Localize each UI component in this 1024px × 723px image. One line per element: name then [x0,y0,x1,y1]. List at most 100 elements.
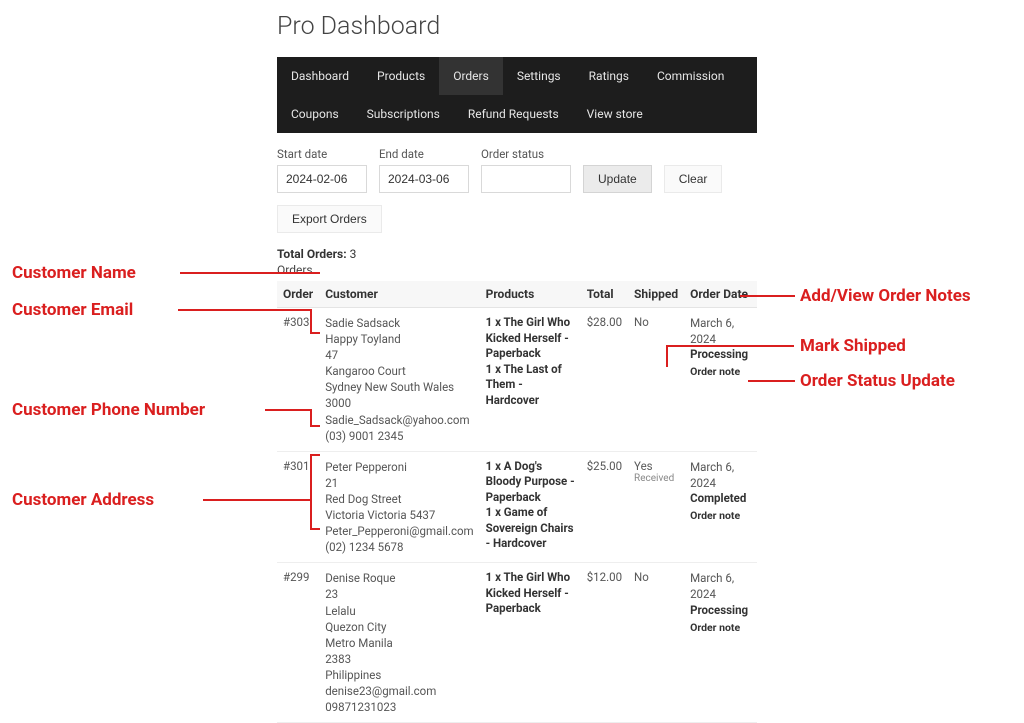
update-button[interactable]: Update [583,165,652,193]
order-status: Completed [690,491,751,505]
orders-caption: Orders [277,263,757,277]
product-line: 1 x A Dog's Bloody Purpose - Paperback [486,459,575,506]
annotation-customer-phone: Customer Phone Number [12,400,205,420]
order-date: March 6, 2024 [690,315,751,347]
order-note-link[interactable]: Order note [690,365,740,378]
tab-settings[interactable]: Settings [503,57,575,95]
clear-button[interactable]: Clear [664,165,723,193]
total-cell: $28.00 [581,308,628,452]
customer-line: denise23@gmail.com [325,683,473,699]
annotation-customer-email: Customer Email [12,300,133,320]
order-note-link[interactable]: Order note [690,621,740,634]
customer-line: Metro Manila [325,635,473,651]
col-products: Products [480,281,581,308]
customer-line: Red Dog Street [325,491,473,507]
annotation-line [310,425,320,427]
col-shipped: Shipped [628,281,684,308]
customer-line: 2383 [325,651,473,667]
order-status-input[interactable] [481,165,571,193]
customer-line: Kangaroo Court [325,363,473,379]
order-id[interactable]: #303 [277,308,319,452]
annotation-line [203,499,310,501]
page-title: Pro Dashboard [277,12,757,41]
start-date-input[interactable] [277,165,367,193]
tab-ratings[interactable]: Ratings [575,57,643,95]
annotation-line [310,409,312,425]
order-id[interactable]: #299 [277,563,319,723]
tab-subscriptions[interactable]: Subscriptions [353,95,454,133]
shipped-status: Yes [634,459,678,473]
tab-coupons[interactable]: Coupons [277,95,353,133]
customer-line: Victoria Victoria 5437 [325,507,473,523]
total-orders: Total Orders: 3 [277,247,757,261]
order-date-cell: March 6, 2024Processing Order note [684,308,757,452]
product-line: 1 x The Girl Who Kicked Herself - Paperb… [486,315,575,362]
tab-commission[interactable]: Commission [643,57,738,95]
order-id[interactable]: #301 [277,451,319,563]
customer-line: Sadie_Sadsack@yahoo.com [325,412,473,428]
annotation-line [180,272,320,274]
annotation-line [740,295,795,297]
annotation-line [310,528,320,530]
customer-line: (03) 9001 2345 [325,428,473,444]
customer-line: 47 [325,347,473,363]
product-line: 1 x Game of Sovereign Chairs - Hardcover [486,505,575,552]
order-status-block: Order status [481,147,571,193]
annotation-status-update: Order Status Update [800,371,955,391]
product-line: 1 x The Last of Them - Hardcover [486,362,575,409]
order-date: March 6, 2024 [690,459,751,491]
shipped-cell[interactable]: YesReceived [628,451,684,563]
order-status: Processing [690,347,751,361]
total-orders-count: 3 [350,247,357,261]
annotation-add-notes: Add/View Order Notes [800,286,971,306]
customer-line: Philippines [325,667,473,683]
tab-nav: DashboardProductsOrdersSettingsRatingsCo… [277,57,757,133]
annotation-line [178,309,310,311]
order-status: Processing [690,603,751,617]
annotation-mark-shipped: Mark Shipped [800,336,906,356]
order-status-label: Order status [481,147,571,161]
total-cell: $12.00 [581,563,628,723]
products-cell: 1 x A Dog's Bloody Purpose - Paperback1 … [480,451,581,563]
orders-header-row: OrderCustomerProductsTotalShippedOrder D… [277,281,757,308]
annotation-line [310,332,320,334]
annotation-line [666,345,668,367]
customer-cell: Denise Roque23LelaluQuezon CityMetro Man… [319,563,479,723]
col-order: Order [277,281,319,308]
customer-line: Denise Roque [325,570,473,586]
shipped-status: No [634,315,678,329]
orders-table: OrderCustomerProductsTotalShippedOrder D… [277,281,757,723]
customer-line: 23 [325,586,473,602]
shipped-status: No [634,570,678,584]
tab-view-store[interactable]: View store [573,95,657,133]
order-note-link[interactable]: Order note [690,509,740,522]
shipped-cell[interactable]: No [628,308,684,452]
end-date-block: End date [379,147,469,193]
export-orders-button[interactable]: Export Orders [277,205,382,233]
product-line: 1 x The Girl Who Kicked Herself - Paperb… [486,570,575,617]
customer-cell: Peter Pepperoni21Red Dog StreetVictoria … [319,451,479,563]
tab-refund-requests[interactable]: Refund Requests [454,95,573,133]
end-date-input[interactable] [379,165,469,193]
start-date-block: Start date [277,147,367,193]
customer-line: Sydney New South Wales [325,379,473,395]
filter-row: Start date End date Order status Update … [277,147,757,233]
annotation-line [310,309,312,332]
total-cell: $25.00 [581,451,628,563]
customer-line: Peter_Pepperoni@gmail.com [325,523,473,539]
annotation-line [310,454,312,529]
customer-cell: Sadie SadsackHappy Toyland47Kangaroo Cou… [319,308,479,452]
tab-products[interactable]: Products [363,57,439,95]
shipped-cell[interactable]: No [628,563,684,723]
annotation-customer-name: Customer Name [12,263,136,283]
customer-line: Peter Pepperoni [325,459,473,475]
customer-line: Quezon City [325,619,473,635]
tab-orders[interactable]: Orders [439,57,503,95]
col-customer: Customer [319,281,479,308]
total-orders-label: Total Orders: [277,247,347,261]
table-row: #301Peter Pepperoni21Red Dog StreetVicto… [277,451,757,563]
customer-line: Happy Toyland [325,331,473,347]
tab-dashboard[interactable]: Dashboard [277,57,363,95]
order-date: March 6, 2024 [690,570,751,602]
customer-line: 21 [325,475,473,491]
